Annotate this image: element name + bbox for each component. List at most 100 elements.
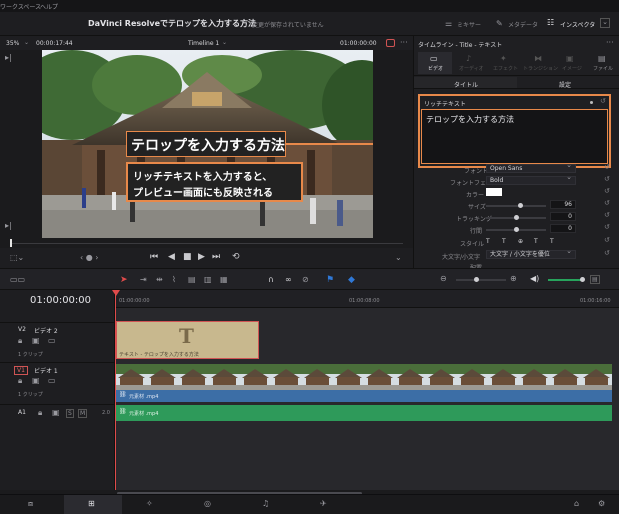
mute-button[interactable]: M xyxy=(78,409,88,418)
zoom-out-icon[interactable]: ⊖ xyxy=(440,275,447,283)
volume-slider-track[interactable] xyxy=(548,279,584,281)
speaker-icon[interactable]: ◀) xyxy=(530,275,539,283)
play-icon[interactable]: ▶ xyxy=(198,253,205,262)
color-page-icon[interactable]: ◎ xyxy=(204,500,211,508)
font-dropdown[interactable]: Open Sans xyxy=(486,162,576,173)
deliver-page-icon[interactable]: ✈ xyxy=(320,500,327,508)
audio-clip[interactable]: ⛓ 元素材 .mp4 xyxy=(116,405,612,421)
clip-icon[interactable] xyxy=(386,39,395,47)
track-header-a1[interactable]: A1 🔒︎ ▣ S M 2.0 xyxy=(0,404,115,422)
menu-help[interactable]: ヘルプ xyxy=(40,2,58,11)
gear-icon[interactable]: ⚙ xyxy=(598,500,605,508)
viewer-left-toggle-bottom-icon[interactable]: ▸| xyxy=(5,222,12,230)
tracking-input[interactable]: 0 xyxy=(550,212,576,221)
media-page-icon[interactable]: ⧈ xyxy=(28,500,33,508)
video-clip[interactable]: ⛓ 元素材 .mp4 xyxy=(116,364,612,402)
stop-icon[interactable]: ■ xyxy=(183,253,192,262)
zoom-in-icon[interactable]: ⊕ xyxy=(510,275,517,283)
style-button-subscript[interactable]: T xyxy=(550,238,554,245)
tab-transition[interactable]: ⧓ トランジション xyxy=(522,52,558,74)
auto-select-icon[interactable]: ▣ xyxy=(32,337,40,345)
tab-effects[interactable]: ✦ エフェクト xyxy=(488,52,522,74)
size-input[interactable]: 96 xyxy=(550,200,576,209)
reset-icon[interactable]: ↺ xyxy=(604,163,610,171)
keyframe-dot-icon[interactable] xyxy=(590,101,593,104)
playhead-handle-icon[interactable] xyxy=(112,290,120,296)
timeline-area[interactable]: 01:00:00:00 01:00:08:00 01:00:16:00 T テキ… xyxy=(112,290,619,495)
reset-icon[interactable]: ↺ xyxy=(604,199,610,207)
case-dropdown[interactable]: 大文字 / 小文字を優位 xyxy=(486,248,576,259)
edit-page-tab[interactable]: ⊞ xyxy=(64,495,122,514)
style-button-serif[interactable]: T xyxy=(502,238,506,245)
selection-tool-icon[interactable]: ➤ xyxy=(120,275,128,285)
home-icon[interactable]: ⌂ xyxy=(574,500,579,508)
reverse-icon[interactable]: ◀ xyxy=(168,253,175,262)
reset-icon[interactable]: ↺ xyxy=(604,175,610,183)
reset-icon[interactable]: ↺ xyxy=(600,97,606,105)
skip-start-icon[interactable]: ⏮ xyxy=(150,253,158,262)
fusion-page-icon[interactable]: ✧ xyxy=(146,500,153,508)
flag-icon[interactable]: ⚑ xyxy=(326,275,334,285)
zoom-slider-knob[interactable] xyxy=(474,277,479,282)
replace-clip-icon[interactable]: ▦ xyxy=(220,276,228,284)
more-options-icon[interactable]: ··· xyxy=(400,39,408,47)
link-icon[interactable]: ∞ xyxy=(285,276,292,284)
reset-icon[interactable]: ↺ xyxy=(604,187,610,195)
trim-tool-icon[interactable]: ⇥ xyxy=(140,276,147,284)
scrubber-playhead[interactable] xyxy=(10,239,12,247)
tab-file[interactable]: ▤ ファイル xyxy=(586,52,618,74)
zoom-dropdown-icon[interactable]: ⌄ xyxy=(24,39,29,46)
mixer-button[interactable]: ミキサー xyxy=(457,20,481,29)
blade-tool-icon[interactable]: ⌇ xyxy=(172,276,176,284)
track-header-v2[interactable]: V2 ビデオ 2 🔒︎ ▣ ▭ 1 クリップ xyxy=(0,322,115,362)
timeline-dropdown-icon[interactable]: ⌄ xyxy=(222,39,227,46)
selection-mode-icon[interactable]: ⬚⌄ xyxy=(10,254,24,262)
subtab-title[interactable]: タイトル xyxy=(414,77,517,89)
solo-button[interactable]: S xyxy=(66,409,74,418)
skip-end-icon[interactable]: ⏭ xyxy=(212,253,220,262)
menu-workspace[interactable]: ワークスペース xyxy=(0,2,41,11)
lock-icon[interactable]: 🔒︎ xyxy=(38,409,42,417)
rich-text-input[interactable]: テロップを入力する方法 xyxy=(421,109,608,164)
style-button-outline[interactable]: ⊕ xyxy=(518,238,523,245)
track-header-v1[interactable]: V1 ビデオ 1 🔒︎ ▣ ▭ 1 クリップ xyxy=(0,362,115,402)
position-lock-icon[interactable]: ⊘ xyxy=(302,276,309,284)
metadata-icon[interactable]: ✎ xyxy=(496,20,503,28)
volume-slider-knob[interactable] xyxy=(580,277,585,282)
reset-icon[interactable]: ↺ xyxy=(604,211,610,219)
tab-audio[interactable]: ♪ オーディオ xyxy=(454,52,488,74)
viewer-left-toggle-icon[interactable]: ▸| xyxy=(5,54,12,62)
line-spacing-slider-knob[interactable] xyxy=(514,227,519,232)
timeline-name[interactable]: Timeline 1 xyxy=(188,40,219,47)
zoom-level[interactable]: 35% xyxy=(6,40,19,47)
dynamic-trim-icon[interactable]: ⇹ xyxy=(156,276,163,284)
inspector-icon[interactable]: ☷ xyxy=(547,19,554,27)
loop-icon[interactable]: ⟲ xyxy=(232,253,240,262)
inspector-button[interactable]: インスペクタ xyxy=(560,20,595,29)
track-visibility-icon[interactable]: ▭ xyxy=(48,337,56,345)
timeline-ruler[interactable]: 01:00:00:00 01:00:08:00 01:00:16:00 xyxy=(115,290,619,308)
overwrite-clip-icon[interactable]: ▥ xyxy=(204,276,212,284)
viewer-scrubber[interactable] xyxy=(0,238,413,248)
viewer-title-overlay[interactable]: テロップを入力する方法 xyxy=(126,131,286,157)
inspector-more-icon[interactable]: ··· xyxy=(606,39,614,47)
font-face-dropdown[interactable]: Bold xyxy=(486,174,576,185)
auto-select-icon[interactable]: ▣ xyxy=(52,409,60,417)
mixer-icon[interactable]: ⚌ xyxy=(445,20,452,28)
color-swatch[interactable] xyxy=(486,188,502,196)
reset-icon[interactable]: ↺ xyxy=(604,223,610,231)
reset-icon[interactable]: ↺ xyxy=(604,236,610,244)
jog-control-icon[interactable]: ‹ ● › xyxy=(80,254,98,262)
auto-select-icon[interactable]: ▣ xyxy=(32,377,40,385)
tab-image[interactable]: ▣ イメージ xyxy=(556,52,586,74)
reset-icon[interactable]: ↺ xyxy=(604,249,610,257)
tracking-slider-knob[interactable] xyxy=(514,215,519,220)
zoom-slider-track[interactable] xyxy=(456,279,506,281)
playhead[interactable] xyxy=(115,290,116,490)
size-slider-track[interactable] xyxy=(486,205,546,207)
size-slider-knob[interactable] xyxy=(518,203,523,208)
fairlight-page-icon[interactable]: ♫ xyxy=(262,500,269,508)
style-button-superscript[interactable]: T xyxy=(534,238,538,245)
lock-icon[interactable]: 🔒︎ xyxy=(18,337,22,345)
style-button-normal[interactable]: T xyxy=(486,238,490,245)
